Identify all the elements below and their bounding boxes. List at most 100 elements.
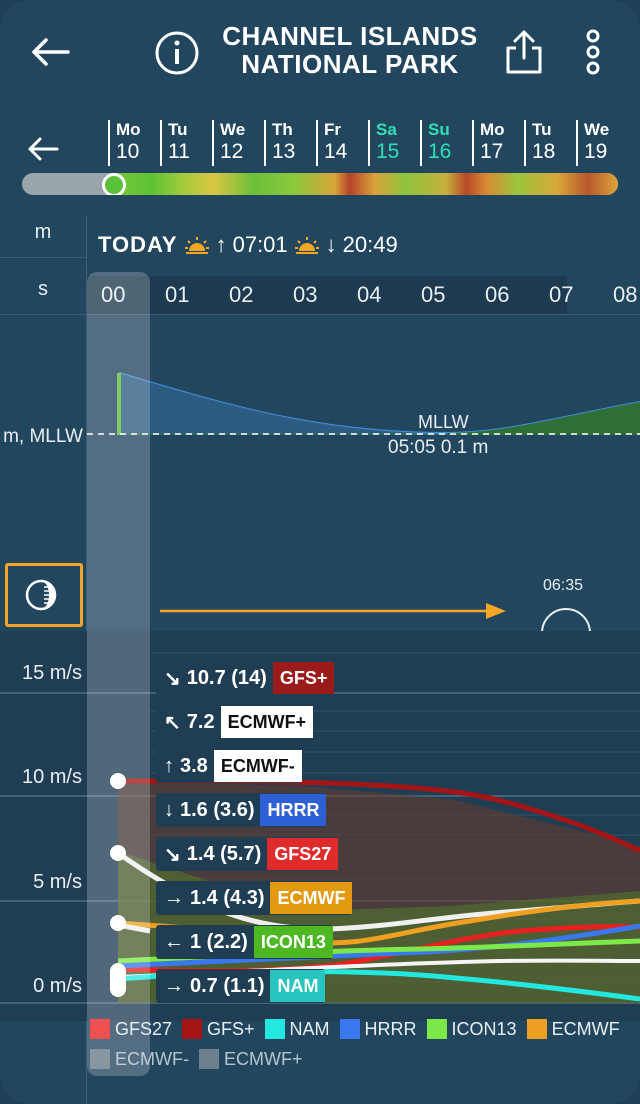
moon-toggle-button[interactable] bbox=[5, 563, 83, 627]
today-label: TODAY bbox=[98, 232, 178, 257]
model-badge: ECMWF bbox=[270, 882, 353, 914]
legend-item[interactable]: GFS27 bbox=[90, 1014, 172, 1044]
wind-direction-icon: ← bbox=[164, 930, 184, 953]
arrow-left-icon bbox=[32, 38, 70, 66]
legend-swatch bbox=[526, 1019, 547, 1039]
page-title: CHANNEL ISLANDS NATIONAL PARK bbox=[200, 22, 500, 78]
wind-axis-label: 15 m/s bbox=[21, 662, 82, 684]
moonrise-time: 06:35 bbox=[543, 577, 584, 594]
sunrise-time: 07:01 bbox=[232, 232, 288, 257]
arrow-left-icon bbox=[28, 137, 59, 161]
wind-value: 1.4 (5.7) bbox=[186, 842, 262, 865]
wind-tooltip-row: ↖ 7.2 ECMWF+ bbox=[156, 705, 314, 739]
wind-direction-icon: ↘ bbox=[164, 667, 181, 690]
legend-swatch bbox=[90, 1019, 110, 1039]
day-tab[interactable]: Fr 14 bbox=[316, 120, 376, 166]
label-m: m bbox=[34, 221, 52, 243]
legend-swatch bbox=[339, 1019, 360, 1039]
day-tab[interactable]: We 19 bbox=[576, 120, 636, 166]
back-button[interactable] bbox=[26, 30, 74, 74]
model-badge: NAM bbox=[270, 970, 326, 1002]
label-tide: m, MLLW bbox=[3, 426, 83, 447]
legend-swatch bbox=[264, 1019, 285, 1039]
hour-label[interactable]: 08 bbox=[613, 282, 637, 308]
day-name: We bbox=[584, 120, 610, 139]
day-tab[interactable]: Tu 11 bbox=[160, 120, 220, 166]
model-badge: ICON13 bbox=[253, 926, 333, 958]
selected-hour-column[interactable] bbox=[87, 272, 150, 1076]
wind-value: 7.2 bbox=[186, 710, 215, 733]
wind-direction-icon: ↖ bbox=[164, 711, 181, 734]
wind-value: 1.4 (4.3) bbox=[190, 886, 265, 909]
more-vertical-icon bbox=[586, 29, 600, 75]
timeline-handle[interactable] bbox=[102, 173, 126, 195]
day-tab[interactable]: Mo 10 bbox=[108, 120, 168, 166]
legend-item[interactable]: HRRR bbox=[339, 1014, 417, 1044]
day-tab[interactable]: Sa 15 bbox=[368, 120, 428, 166]
wind-direction-icon: → bbox=[164, 886, 184, 909]
legend-item[interactable]: ICON13 bbox=[426, 1014, 517, 1044]
day-tab[interactable]: We 12 bbox=[212, 120, 272, 166]
wind-tooltip-row: ← 1 (2.2) ICON13 bbox=[156, 925, 333, 959]
title-line-1: CHANNEL ISLANDS bbox=[222, 21, 478, 51]
share-button[interactable] bbox=[500, 26, 548, 76]
day-tab[interactable]: Mo 17 bbox=[472, 120, 532, 166]
legend-label: GFS27 bbox=[115, 1018, 173, 1039]
wind-tooltip-row: ↘ 10.7 (14) GFS+ bbox=[156, 661, 335, 695]
moon-arrow bbox=[160, 603, 506, 619]
legend-swatch bbox=[426, 1019, 447, 1039]
legend-swatch bbox=[90, 1049, 110, 1069]
legend-label: ICON13 bbox=[451, 1018, 517, 1039]
moon-phase-icon bbox=[25, 579, 57, 611]
legend-item[interactable]: ECMWF bbox=[526, 1014, 620, 1044]
model-badge: GFS27 bbox=[267, 838, 339, 870]
wind-direction-icon: → bbox=[164, 974, 184, 997]
day-selector: Mo 10 Tu 11 We 12 Th 13 Fr 14 Sa 15 Su 16 Mo 17 Tu 18 We 19 bbox=[108, 120, 628, 166]
hour-label[interactable]: 04 bbox=[357, 282, 381, 308]
info-button[interactable] bbox=[152, 28, 202, 78]
wind-direction-icon: ↘ bbox=[164, 843, 181, 866]
wind-value: 3.8 bbox=[180, 754, 208, 777]
label-s: s bbox=[38, 278, 48, 300]
wind-model-legend: GFS27 GFS+ NAM HRRR ICON13 ECMWF ECMWF- ECMWF+ bbox=[90, 1014, 630, 1074]
model-badge: GFS+ bbox=[272, 662, 335, 694]
model-badge: ECMWF- bbox=[213, 750, 302, 782]
day-date: 19 bbox=[584, 140, 608, 163]
legend-swatch bbox=[198, 1049, 219, 1069]
sunset-time: 20:49 bbox=[342, 232, 398, 257]
day-tab[interactable]: Tu 18 bbox=[524, 120, 584, 166]
legend-item[interactable]: ECMWF- bbox=[90, 1044, 189, 1074]
day-tab[interactable]: Su 16 bbox=[420, 120, 480, 166]
hour-label[interactable]: 06 bbox=[485, 282, 509, 308]
wind-tooltip-row: → 0.7 (1.1) NAM bbox=[156, 969, 326, 1003]
legend-item[interactable]: ECMWF+ bbox=[198, 1044, 302, 1074]
legend-label: ECMWF- bbox=[115, 1048, 189, 1069]
tide-low-label: MLLW bbox=[418, 412, 469, 432]
tide-low-detail: 05:05 0.1 m bbox=[388, 437, 489, 458]
share-icon bbox=[506, 30, 542, 74]
menu-button[interactable] bbox=[578, 26, 608, 78]
legend-label: ECMWF bbox=[551, 1018, 620, 1039]
legend-label: GFS+ bbox=[207, 1018, 255, 1039]
hour-label[interactable]: 02 bbox=[229, 282, 253, 308]
wind-axis-label: 0 m/s bbox=[33, 975, 82, 997]
divider bbox=[0, 257, 86, 258]
model-badge: HRRR bbox=[260, 794, 327, 826]
hour-label[interactable]: 05 bbox=[421, 282, 445, 308]
legend-swatch bbox=[182, 1019, 203, 1039]
tide-chart bbox=[87, 372, 640, 435]
hour-label[interactable]: 07 bbox=[549, 282, 573, 308]
wind-axis-label: 10 m/s bbox=[21, 766, 82, 788]
hour-label[interactable]: 03 bbox=[293, 282, 317, 308]
legend-item[interactable]: GFS+ bbox=[182, 1014, 255, 1044]
forecast-timeline[interactable] bbox=[22, 173, 618, 195]
day-tab[interactable]: Th 13 bbox=[264, 120, 324, 166]
wind-tooltip-row: → 1.4 (4.3) ECMWF bbox=[156, 881, 353, 915]
app-frame: CHANNEL ISLANDS NATIONAL PARK Mo 10 Tu 11 We… bbox=[0, 0, 640, 1104]
timeline-back-button[interactable] bbox=[26, 134, 60, 164]
sunrise-icon bbox=[184, 237, 209, 254]
sunset-icon bbox=[294, 237, 319, 254]
legend-item[interactable]: NAM bbox=[264, 1014, 330, 1044]
wind-value: 0.7 (1.1) bbox=[190, 974, 265, 997]
hour-label[interactable]: 01 bbox=[165, 282, 189, 308]
